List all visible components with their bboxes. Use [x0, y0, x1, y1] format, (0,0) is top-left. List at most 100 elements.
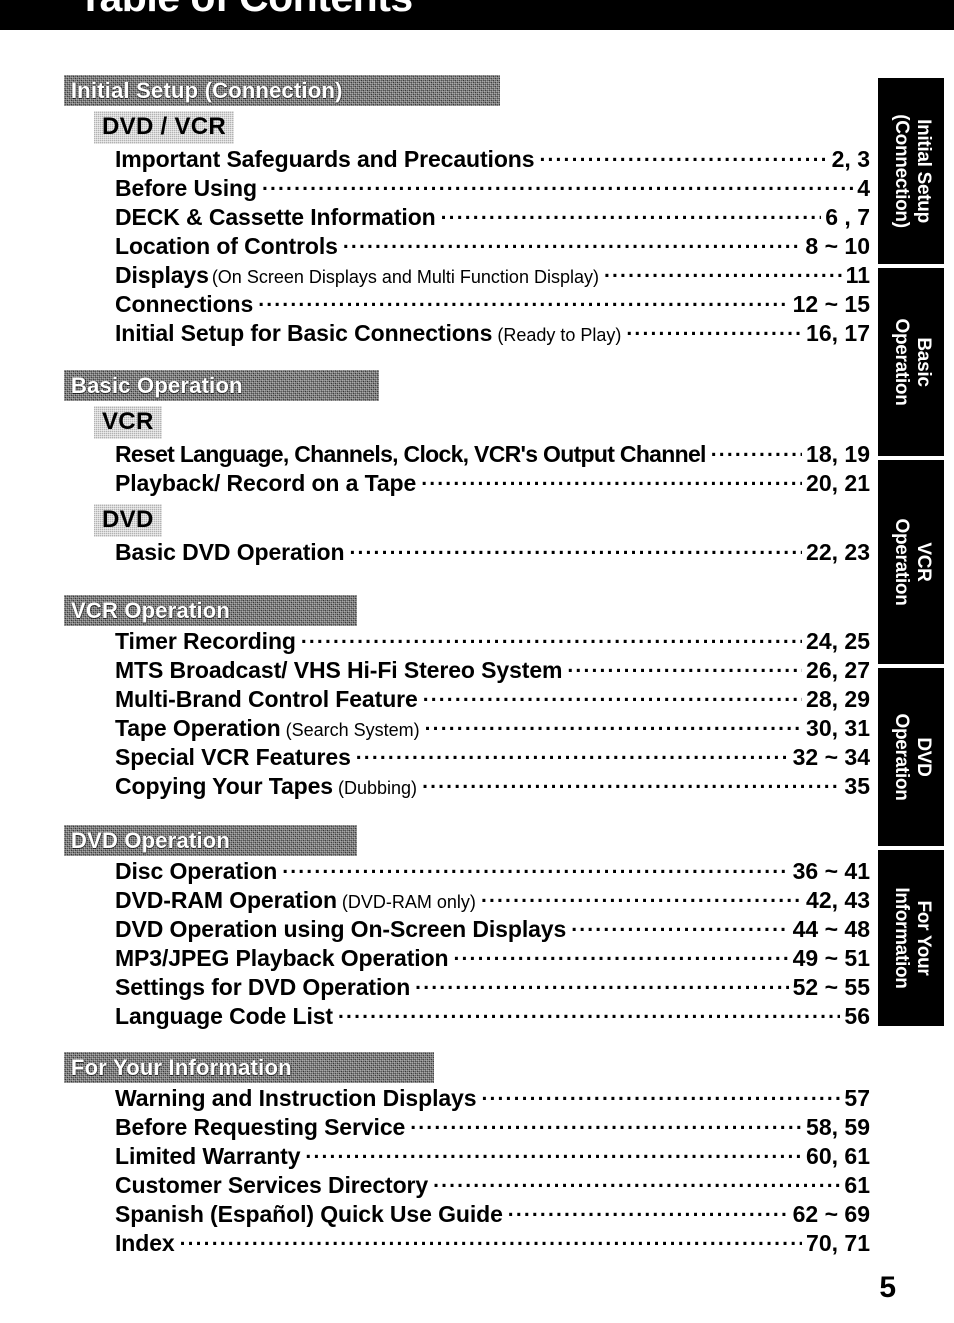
toc-entry[interactable]: Spanish (Español) Quick Use Guide 62 ~ 69	[0, 1201, 878, 1230]
toc-entry[interactable]: Connections 12 ~ 15	[0, 291, 878, 320]
section-header-bar: DVD Operation	[64, 825, 357, 856]
dot-leader	[425, 720, 802, 736]
toc-entry-title: Language Code List	[115, 1003, 333, 1029]
toc-entry[interactable]: Reset Language, Channels, Clock, VCR's O…	[0, 441, 878, 470]
toc-entry-pages: 62 ~ 69	[792, 1201, 870, 1227]
toc-entry-pages: 4	[857, 175, 870, 201]
toc-entry[interactable]: DVD-RAM Operation(DVD-RAM only) 42, 43	[0, 887, 878, 916]
toc-entry[interactable]: Displays (On Screen Displays and Multi Fu…	[0, 262, 878, 291]
toc-entry[interactable]: Initial Setup for Basic Connections (Read…	[0, 320, 878, 349]
section-title: Initial Setup (Connection)	[71, 77, 343, 103]
toc-entry[interactable]: Timer Recording 24, 25	[0, 628, 878, 657]
side-tab-3[interactable]: VCR Operation	[878, 460, 944, 664]
toc-entry-pages: 24, 25	[806, 628, 870, 654]
section-title: Basic Operation	[71, 372, 243, 398]
toc-entry-pages: 16, 17	[806, 320, 870, 346]
toc-entry-list: Reset Language, Channels, Clock, VCR's O…	[0, 441, 878, 499]
side-tab-label: DVD Operation	[891, 713, 934, 801]
toc-entry[interactable]: DECK & Cassette Information 6 , 7	[0, 204, 878, 233]
dot-leader	[180, 1235, 802, 1251]
dot-leader	[571, 921, 788, 937]
toc-section: Initial Setup (Connection) DVD / VCR Impor…	[0, 75, 878, 349]
toc-entry-title: Location of Controls	[115, 233, 338, 259]
toc-entry-note: (Ready to Play)	[497, 325, 622, 345]
side-tab-label: Initial Setup (Connection)	[891, 114, 934, 228]
toc-entry-title: Index	[115, 1230, 175, 1256]
toc-section: For Your Information Warning and Instruct…	[0, 1052, 878, 1259]
dot-leader	[282, 863, 788, 879]
side-tab-2[interactable]: Basic Operation	[878, 268, 944, 456]
dot-leader	[626, 325, 802, 341]
dot-leader	[508, 1206, 789, 1222]
toc-entry[interactable]: Basic DVD Operation 22, 23	[0, 539, 878, 568]
media-badge-row: DVD	[0, 499, 878, 537]
table-of-contents: Initial Setup (Connection) DVD / VCR Impor…	[0, 0, 878, 1323]
toc-entry-pages: 58, 59	[806, 1114, 870, 1140]
toc-entry-title: Initial Setup for Basic Connections	[115, 320, 493, 346]
toc-entry-title: MP3/JPEG Playback Operation	[115, 945, 449, 971]
toc-entry[interactable]: DVD Operation using On-Screen Displays 44…	[0, 916, 878, 945]
toc-entry[interactable]: Special VCR Features 32 ~ 34	[0, 744, 878, 773]
dot-leader	[423, 691, 802, 707]
toc-entry[interactable]: Limited Warranty 60, 61	[0, 1143, 878, 1172]
side-tab-5[interactable]: For Your Information	[878, 850, 944, 1026]
toc-entry-pages: 49 ~ 51	[792, 945, 870, 971]
toc-entry[interactable]: Warning and Instruction Displays 57	[0, 1085, 878, 1114]
dot-leader	[343, 238, 802, 254]
side-tab-4[interactable]: DVD Operation	[878, 668, 944, 846]
dot-leader	[567, 662, 802, 678]
section-title: For Your Information	[71, 1054, 292, 1080]
toc-entry[interactable]: Settings for DVD Operation 52 ~ 55	[0, 974, 878, 1003]
toc-entry-title: DVD-RAM Operation	[115, 887, 337, 913]
dot-leader	[433, 1177, 840, 1193]
toc-section: DVD Operation Disc Operation 36 ~ 41 DVD-RA…	[0, 825, 878, 1032]
toc-entry-title: Reset Language, Channels, Clock, VCR's O…	[115, 441, 706, 467]
toc-entry-title: Displays	[115, 262, 209, 288]
toc-entry[interactable]: Before Requesting Service 58, 59	[0, 1114, 878, 1143]
toc-entry-title: Special VCR Features	[115, 744, 351, 770]
toc-entry[interactable]: Location of Controls 8 ~ 10	[0, 233, 878, 262]
toc-entry-title: Timer Recording	[115, 628, 296, 654]
side-tab-strip: Initial Setup (Connection) Basic Operatio…	[878, 78, 944, 1030]
toc-entry[interactable]: Tape Operation(Search System) 30, 31	[0, 715, 878, 744]
side-tab-1[interactable]: Initial Setup (Connection)	[878, 78, 944, 264]
toc-entry[interactable]: Important Safeguards and Precautions 2, 3	[0, 146, 878, 175]
toc-entry-title: Tape Operation	[115, 715, 281, 741]
dot-leader	[604, 267, 842, 283]
toc-entry-title: MTS Broadcast/ VHS Hi-Fi Stereo System	[115, 657, 563, 683]
toc-entry-note: (Dubbing)	[338, 778, 418, 798]
toc-entry[interactable]: Before Using 4	[0, 175, 878, 204]
toc-entry-title: Connections	[115, 291, 254, 317]
toc-entry-pages: 56	[844, 1003, 870, 1029]
toc-entry-list: Warning and Instruction Displays 57 Before…	[0, 1085, 878, 1259]
toc-entry[interactable]: Index 70, 71	[0, 1230, 878, 1259]
dot-leader	[301, 633, 802, 649]
dot-leader	[415, 979, 788, 995]
toc-entry-title: Important Safeguards and Precautions	[115, 146, 535, 172]
toc-entry-title: Warning and Instruction Displays	[115, 1085, 477, 1111]
toc-section: VCR Operation Timer Recording 24, 25 MTS Br…	[0, 595, 878, 802]
toc-entry[interactable]: Copying Your Tapes(Dubbing) 35	[0, 773, 878, 802]
toc-entry[interactable]: Language Code List 56	[0, 1003, 878, 1032]
toc-entry-title: Basic DVD Operation	[115, 539, 345, 565]
side-tab-label: For Your Information	[891, 887, 934, 989]
toc-entry-pages: 60, 61	[806, 1143, 870, 1169]
dot-leader	[481, 892, 802, 908]
dot-leader	[262, 180, 853, 196]
toc-entry[interactable]: MTS Broadcast/ VHS Hi-Fi Stereo System 26…	[0, 657, 878, 686]
toc-entry-title: Spanish (Español) Quick Use Guide	[115, 1201, 503, 1227]
toc-entry-pages: 30, 31	[806, 715, 870, 741]
toc-entry-title: Copying Your Tapes	[115, 773, 334, 799]
section-header-bar: Basic Operation	[64, 370, 379, 401]
toc-entry[interactable]: Disc Operation 36 ~ 41	[0, 858, 878, 887]
toc-entry[interactable]: Playback/ Record on a Tape 20, 21	[0, 470, 878, 499]
toc-entry[interactable]: MP3/JPEG Playback Operation 49 ~ 51	[0, 945, 878, 974]
toc-entry-pages: 8 ~ 10	[805, 233, 870, 259]
dot-leader	[441, 209, 822, 225]
toc-entry-pages: 42, 43	[806, 887, 870, 913]
toc-entry[interactable]: Multi-Brand Control Feature 28, 29	[0, 686, 878, 715]
toc-entry-title: Multi-Brand Control Feature	[115, 686, 418, 712]
toc-entry-pages: 57	[844, 1085, 870, 1111]
dot-leader	[422, 778, 840, 794]
toc-entry[interactable]: Customer Services Directory 61	[0, 1172, 878, 1201]
